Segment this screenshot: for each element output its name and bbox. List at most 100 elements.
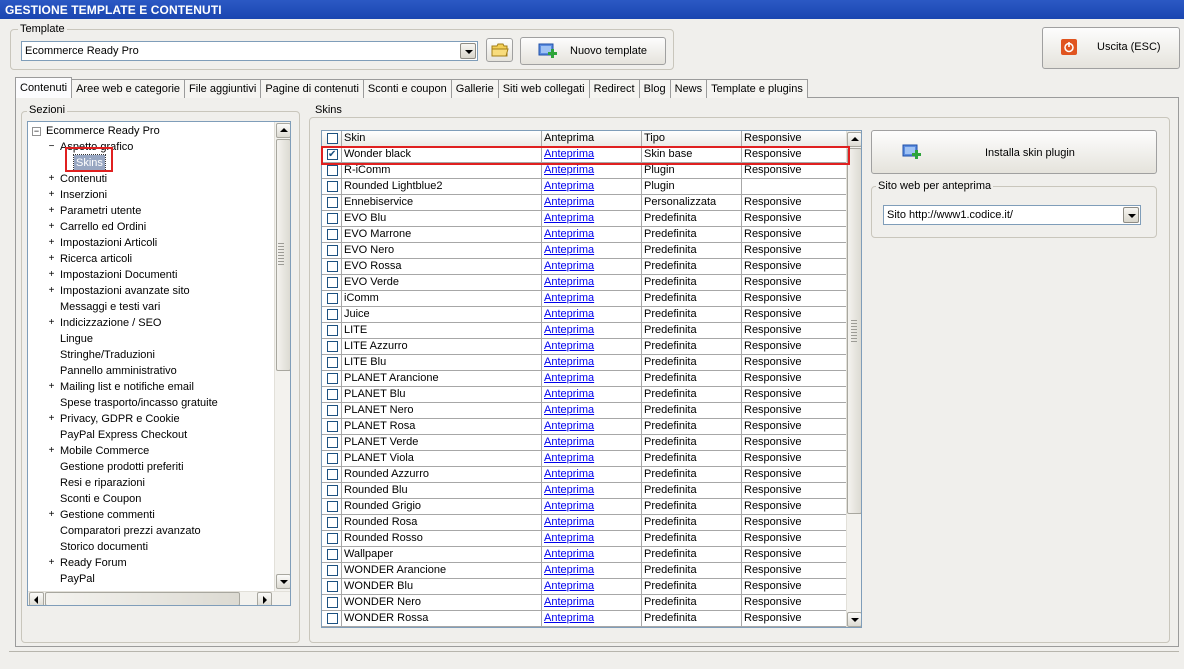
- row-checkbox[interactable]: [327, 405, 338, 416]
- cell-preview[interactable]: Anteprima: [542, 595, 642, 611]
- tree-item[interactable]: PayPal: [28, 571, 268, 587]
- tab-aree-web[interactable]: Aree web e categorie: [71, 79, 186, 98]
- preview-link[interactable]: Anteprima: [544, 548, 594, 560]
- tab-siti-collegati[interactable]: Siti web collegati: [497, 79, 590, 98]
- row-checkbox[interactable]: [327, 581, 338, 592]
- tab-redirect[interactable]: Redirect: [588, 79, 640, 98]
- row-checkbox-cell[interactable]: [322, 499, 342, 515]
- table-row[interactable]: iComm Anteprima Predefinita Responsive: [322, 291, 847, 307]
- cell-preview[interactable]: Anteprima: [542, 307, 642, 323]
- table-row[interactable]: LITE Blu Anteprima Predefinita Responsive: [322, 355, 847, 371]
- row-checkbox[interactable]: [327, 213, 338, 224]
- splitter-grip[interactable]: [851, 320, 857, 344]
- tree-expand-icon[interactable]: +: [47, 238, 56, 248]
- tree-item[interactable]: Stringhe/Traduzioni: [28, 347, 268, 363]
- sections-tree[interactable]: − Ecommerce Ready Pro − Aspetto grafico Skin…: [27, 121, 291, 606]
- row-checkbox[interactable]: [327, 181, 338, 192]
- cell-preview[interactable]: Anteprima: [542, 355, 642, 371]
- row-checkbox-cell[interactable]: [322, 611, 342, 627]
- row-checkbox[interactable]: [327, 501, 338, 512]
- tree-item[interactable]: Sconti e Coupon: [28, 491, 268, 507]
- preview-link[interactable]: Anteprima: [544, 420, 594, 432]
- row-checkbox-cell[interactable]: [322, 227, 342, 243]
- table-row[interactable]: Rounded Rosso Anteprima Predefinita Respons…: [322, 531, 847, 547]
- tree-item[interactable]: + Gestione commenti: [28, 507, 268, 523]
- preview-link[interactable]: Anteprima: [544, 212, 594, 224]
- cell-preview[interactable]: Anteprima: [542, 339, 642, 355]
- open-folder-button[interactable]: [486, 38, 513, 62]
- cell-preview[interactable]: Anteprima: [542, 371, 642, 387]
- tree-expand-icon[interactable]: +: [47, 318, 56, 328]
- tree-expand-icon[interactable]: +: [47, 174, 56, 184]
- tree-item[interactable]: + Impostazioni avanzate sito: [28, 283, 268, 299]
- row-checkbox-cell[interactable]: [322, 595, 342, 611]
- row-checkbox-cell[interactable]: [322, 531, 342, 547]
- preview-link[interactable]: Anteprima: [544, 484, 594, 496]
- tab-pagine-contenuti[interactable]: Pagine di contenuti: [260, 79, 364, 98]
- row-checkbox[interactable]: [327, 277, 338, 288]
- row-checkbox-cell[interactable]: [322, 163, 342, 179]
- tree-item[interactable]: + Impostazioni Articoli: [28, 235, 268, 251]
- tree-item[interactable]: Gestione prodotti preferiti: [28, 459, 268, 475]
- tree-item[interactable]: Lingue: [28, 331, 268, 347]
- table-row[interactable]: PLANET Viola Anteprima Predefinita Responsi…: [322, 451, 847, 467]
- tree-collapse-icon[interactable]: −: [32, 127, 41, 136]
- row-checkbox[interactable]: [327, 245, 338, 256]
- preview-link[interactable]: Anteprima: [544, 260, 594, 272]
- splitter-grip[interactable]: [278, 243, 284, 267]
- tab-contenuti[interactable]: Contenuti: [15, 77, 73, 98]
- tab-news[interactable]: News: [669, 79, 708, 98]
- table-row[interactable]: PLANET Rosa Anteprima Predefinita Responsiv…: [322, 419, 847, 435]
- table-row[interactable]: LITE Azzurro Anteprima Predefinita Responsi…: [322, 339, 847, 355]
- table-row[interactable]: R-iComm Anteprima Plugin Responsive: [322, 163, 847, 179]
- row-checkbox-cell[interactable]: [322, 515, 342, 531]
- scroll-down-icon[interactable]: [276, 574, 290, 589]
- tree-item[interactable]: + Privacy, GDPR e Cookie: [28, 411, 268, 427]
- table-row[interactable]: Ennebiservice Anteprima Personalizzata Resp…: [322, 195, 847, 211]
- preview-link[interactable]: Anteprima: [544, 292, 594, 304]
- table-row[interactable]: WONDER Blu Anteprima Predefinita Responsive: [322, 579, 847, 595]
- row-checkbox[interactable]: [327, 533, 338, 544]
- table-row[interactable]: PLANET Nero Anteprima Predefinita Responsiv…: [322, 403, 847, 419]
- tree-expand-icon[interactable]: +: [47, 270, 56, 280]
- preview-link[interactable]: Anteprima: [544, 436, 594, 448]
- preview-link[interactable]: Anteprima: [544, 308, 594, 320]
- row-checkbox[interactable]: [327, 613, 338, 624]
- row-checkbox[interactable]: [327, 597, 338, 608]
- column-tipo[interactable]: Tipo: [642, 131, 742, 147]
- exit-button[interactable]: Uscita (ESC): [1042, 27, 1180, 69]
- tab-file-aggiuntivi[interactable]: File aggiuntivi: [184, 79, 262, 98]
- row-checkbox-cell[interactable]: [322, 547, 342, 563]
- skins-grid[interactable]: Skin Anteprima Tipo Responsive Wonder bl…: [321, 130, 862, 628]
- row-checkbox-cell[interactable]: [322, 275, 342, 291]
- tree-expand-icon[interactable]: +: [47, 510, 56, 520]
- row-checkbox[interactable]: [327, 309, 338, 320]
- tree-item[interactable]: Messaggi e testi vari: [28, 299, 268, 315]
- row-checkbox[interactable]: [327, 373, 338, 384]
- row-checkbox-cell[interactable]: [322, 451, 342, 467]
- table-row[interactable]: Rounded Grigio Anteprima Predefinita Respon…: [322, 499, 847, 515]
- preview-site-select[interactable]: Sito http://www1.codice.it/: [883, 205, 1141, 225]
- tree-item[interactable]: Resi e riparazioni: [28, 475, 268, 491]
- row-checkbox[interactable]: [327, 325, 338, 336]
- tree-item[interactable]: − Aspetto grafico: [28, 139, 268, 155]
- cell-preview[interactable]: Anteprima: [542, 499, 642, 515]
- preview-link[interactable]: Anteprima: [544, 164, 594, 176]
- scroll-up-icon[interactable]: [276, 123, 290, 138]
- cell-preview[interactable]: Anteprima: [542, 467, 642, 483]
- preview-link[interactable]: Anteprima: [544, 196, 594, 208]
- column-responsive[interactable]: Responsive: [742, 131, 847, 147]
- chevron-down-icon[interactable]: [1123, 207, 1139, 223]
- table-row[interactable]: WONDER Nero Anteprima Predefinita Responsiv…: [322, 595, 847, 611]
- table-row[interactable]: WONDER Rossa Anteprima Predefinita Responsi…: [322, 611, 847, 627]
- tree-collapse-icon[interactable]: −: [47, 142, 56, 152]
- grid-vscrollbar[interactable]: [846, 131, 861, 627]
- row-checkbox-cell[interactable]: [322, 243, 342, 259]
- table-row[interactable]: Wallpaper Anteprima Predefinita Responsive: [322, 547, 847, 563]
- install-skin-plugin-button[interactable]: Installa skin plugin: [871, 130, 1157, 174]
- tree-item[interactable]: Comparatori prezzi avanzato: [28, 523, 268, 539]
- cell-preview[interactable]: Anteprima: [542, 563, 642, 579]
- cell-preview[interactable]: Anteprima: [542, 419, 642, 435]
- table-row[interactable]: LITE Anteprima Predefinita Responsive: [322, 323, 847, 339]
- tree-hscrollbar[interactable]: [28, 591, 290, 605]
